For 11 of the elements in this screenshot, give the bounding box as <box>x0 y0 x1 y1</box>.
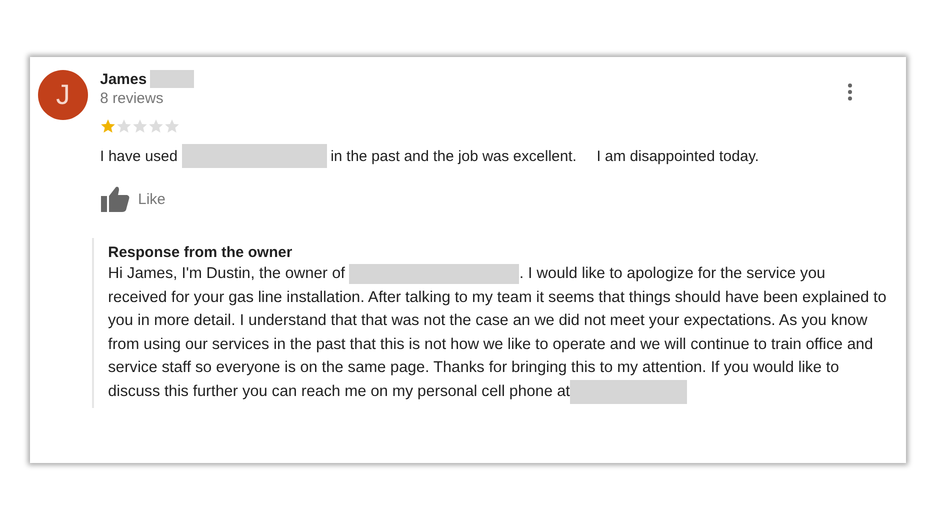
author-name: James <box>100 70 147 88</box>
owner-response-text: Hi James, I'm Dustin, the owner of . I would like to apologize for the service you received for your gas line installation. After talking to my team it seems that things should have been explained to you in more detail. I understand that that was not the case an we did not meet your expectations. As you know from using our services in the past that this is not how we like to operate and we will continue to train office and service staff so everyone is on the same page. Thanks for bringing this to my attention. If you would like to discuss this further you can reach me on my personal cell phone at <box>108 262 888 404</box>
more-options-icon[interactable] <box>847 83 853 101</box>
review-text: I have used <box>100 148 178 164</box>
response-title: Response from the owner <box>108 244 294 261</box>
review-count: 8 reviews <box>100 90 164 107</box>
review-text: I am disappointed today. <box>596 148 759 164</box>
redaction-bar <box>150 70 194 88</box>
avatar: J <box>38 70 88 120</box>
like-button[interactable]: Like <box>100 186 166 212</box>
review-text: in the past and the job was excellent. <box>330 148 577 164</box>
